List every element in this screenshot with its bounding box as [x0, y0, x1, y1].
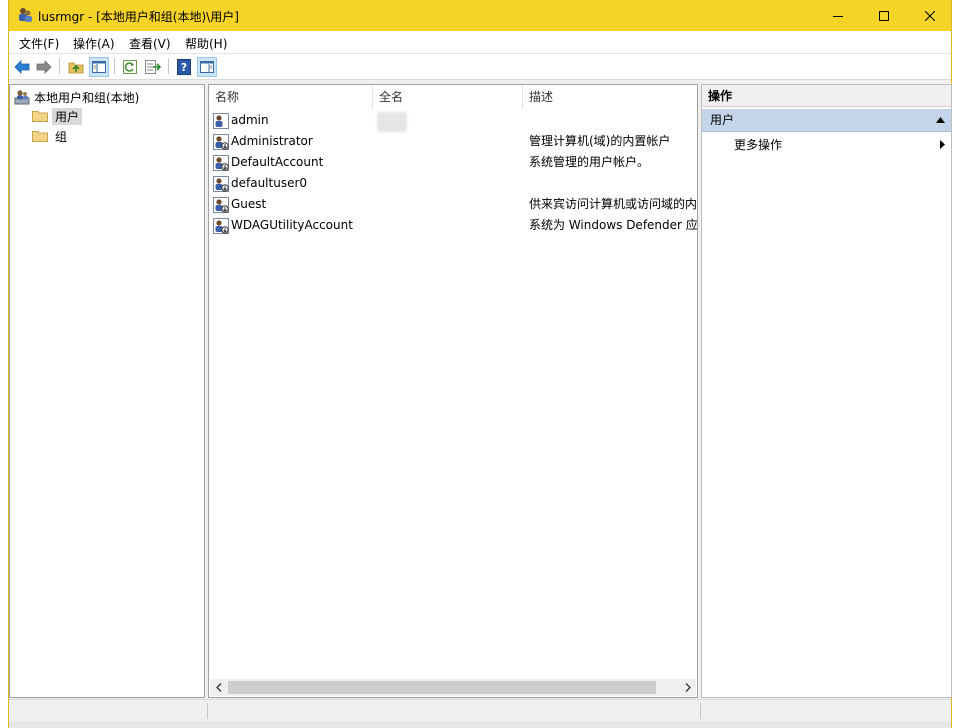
svg-text:?: ?	[181, 61, 187, 74]
help-button[interactable]: ?	[174, 57, 194, 77]
name-cell: Guest	[213, 194, 373, 215]
horizontal-scrollbar[interactable]	[210, 679, 696, 696]
user-list-pane: 名称 全名 描述 admin Administrator 管理计算机(域)的内置…	[208, 84, 698, 698]
maximize-icon	[879, 10, 889, 21]
window-title: lusrmgr - [本地用户和组(本地)\用户]	[38, 10, 239, 24]
table-row[interactable]: defaultuser0	[209, 173, 695, 194]
column-header-name[interactable]: 名称	[209, 85, 373, 109]
show-hide-console-tree-button[interactable]	[89, 57, 109, 77]
mmc-window: lusrmgr - [本地用户和组(本地)\用户] 文件(F) 操作(A) 查看…	[8, 0, 952, 728]
user-description	[529, 110, 697, 131]
close-button[interactable]	[907, 0, 953, 31]
app-users-icon	[19, 8, 32, 22]
chevron-left-icon	[215, 683, 221, 692]
column-header-description[interactable]: 描述	[523, 85, 697, 109]
show-hide-console-tree-icon	[92, 61, 106, 73]
actions-section-label: 用户	[710, 113, 735, 127]
user-name: WDAGUtilityAccount	[231, 218, 353, 232]
disabled-user-icon	[213, 133, 229, 150]
status-divider	[700, 703, 701, 719]
title-bar[interactable]: lusrmgr - [本地用户和组(本地)\用户]	[9, 0, 951, 31]
background-right	[952, 0, 960, 728]
status-bar	[9, 699, 951, 722]
menu-action[interactable]: 操作(A)	[73, 35, 115, 52]
user-description: 管理计算机(域)的内置帐户	[529, 134, 671, 148]
user-name: DefaultAccount	[231, 155, 324, 169]
toolbar: ?	[9, 54, 951, 80]
scroll-right-button[interactable]	[679, 679, 696, 696]
export-list-icon	[145, 60, 161, 74]
toolbar-separator	[168, 58, 169, 74]
table-row[interactable]: DefaultAccount 系统管理的用户帐户。	[209, 152, 695, 173]
menu-help[interactable]: 帮助(H)	[185, 35, 227, 52]
disabled-user-icon	[213, 154, 229, 171]
console-tree-pane: 本地用户和组(本地) 用户 组	[9, 84, 205, 698]
actions-pane: 操作 用户 更多操作	[701, 84, 952, 698]
tree-node-groups[interactable]: 组	[32, 127, 67, 145]
menu-view[interactable]: 查看(V)	[129, 35, 171, 52]
refresh-icon	[123, 60, 137, 74]
toolbar-separator	[114, 58, 115, 74]
chevron-right-icon	[685, 683, 691, 692]
name-cell: DefaultAccount	[213, 152, 373, 173]
name-cell: WDAGUtilityAccount	[213, 215, 373, 236]
tree-node-users-label: 用户	[52, 107, 83, 125]
table-row[interactable]: admin	[209, 110, 695, 131]
folder-icon	[32, 131, 48, 142]
table-row[interactable]: Administrator 管理计算机(域)的内置帐户	[209, 131, 695, 152]
submenu-arrow-icon[interactable]	[940, 140, 945, 149]
back-arrow-icon	[14, 60, 30, 74]
user-description: 系统为 Windows Defender 应	[529, 218, 697, 232]
local-users-groups-icon	[14, 90, 30, 105]
show-hide-action-pane-button[interactable]	[197, 57, 217, 77]
show-hide-action-pane-icon	[200, 61, 214, 73]
minimize-icon	[833, 15, 843, 17]
table-row[interactable]: Guest 供来宾访问计算机或访问域的内	[209, 194, 697, 215]
close-icon	[925, 10, 935, 21]
maximize-button[interactable]	[861, 0, 907, 31]
window-bottom-edge	[9, 721, 951, 728]
tree-node-groups-label: 组	[55, 129, 68, 144]
minimize-button[interactable]	[815, 0, 861, 31]
menu-bar: 文件(F) 操作(A) 查看(V) 帮助(H)	[9, 31, 951, 54]
table-row[interactable]: WDAGUtilityAccount 系统为 Windows Defender …	[209, 215, 697, 236]
disabled-user-icon	[213, 217, 229, 234]
user-name: admin	[231, 113, 269, 127]
user-name: Guest	[231, 197, 267, 211]
user-description: 系统管理的用户帐户。	[529, 155, 650, 169]
tree-node-users[interactable]: 用户	[32, 107, 83, 125]
user-icon	[213, 112, 229, 129]
user-name: defaultuser0	[231, 176, 308, 190]
collapse-up-icon[interactable]	[936, 117, 945, 123]
help-icon: ?	[177, 59, 191, 75]
disabled-user-icon	[213, 175, 229, 192]
column-header-fullname[interactable]: 全名	[373, 85, 523, 109]
scroll-left-button[interactable]	[210, 679, 227, 696]
tree-root-node[interactable]: 本地用户和组(本地)	[14, 88, 139, 106]
disabled-user-icon	[213, 196, 229, 213]
background-left	[0, 0, 8, 728]
toolbar-separator	[59, 58, 60, 74]
name-cell: Administrator	[213, 131, 373, 152]
back-button[interactable]	[12, 57, 32, 77]
name-cell: admin	[213, 110, 373, 131]
action-more-actions[interactable]: 更多操作	[734, 136, 782, 153]
menu-file[interactable]: 文件(F)	[19, 35, 59, 52]
up-folder-icon	[68, 62, 84, 74]
name-cell: defaultuser0	[213, 173, 373, 194]
user-description	[529, 173, 697, 194]
forward-button[interactable]	[34, 57, 54, 77]
forward-arrow-icon	[36, 60, 52, 74]
actions-header: 操作	[702, 85, 951, 107]
export-list-button[interactable]	[143, 57, 163, 77]
scroll-thumb[interactable]	[228, 681, 656, 694]
user-description: 供来宾访问计算机或访问域的内	[529, 197, 697, 211]
tree-root-label: 本地用户和组(本地)	[34, 90, 140, 105]
up-one-level-button[interactable]	[66, 57, 86, 77]
refresh-button[interactable]	[120, 57, 140, 77]
folder-icon	[32, 111, 48, 122]
status-divider	[207, 703, 208, 719]
actions-section-users[interactable]: 用户	[702, 109, 951, 132]
user-name: Administrator	[231, 134, 313, 148]
